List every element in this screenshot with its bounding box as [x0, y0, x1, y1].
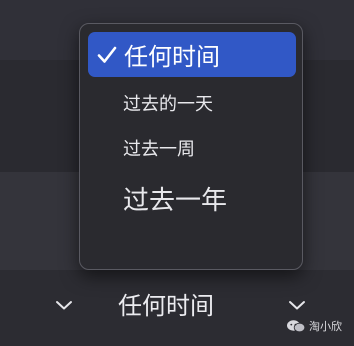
- menu-item-label: 过去一周: [123, 139, 195, 160]
- watermark: 淘小欣: [286, 316, 342, 336]
- wechat-logo-icon: [287, 320, 306, 333]
- menu-item-past-year[interactable]: 过去一年: [88, 178, 296, 218]
- checkmark-icon: [97, 46, 117, 63]
- menu-item-past-day[interactable]: 过去的一天: [88, 88, 296, 118]
- menu-item-label: 过去一年: [123, 185, 228, 216]
- menu-item-past-week[interactable]: 过去一周: [88, 133, 296, 163]
- chevron-down-icon[interactable]: [55, 299, 73, 311]
- menu-item-any-time[interactable]: 任何时间: [88, 32, 296, 77]
- menu-item-label: 过去的一天: [123, 94, 213, 115]
- menu-item-label: 任何时间: [124, 43, 220, 71]
- chevron-down-icon[interactable]: [288, 299, 306, 311]
- watermark-text: 淘小欣: [309, 320, 342, 333]
- screen: 任何时间 过去的一天 过去一周 过去一年 任何时间 淘小欣: [0, 0, 354, 346]
- time-filter-button[interactable]: 任何时间: [118, 288, 214, 324]
- time-filter-dropdown-menu: 任何时间 过去的一天 过去一周 过去一年: [79, 23, 303, 270]
